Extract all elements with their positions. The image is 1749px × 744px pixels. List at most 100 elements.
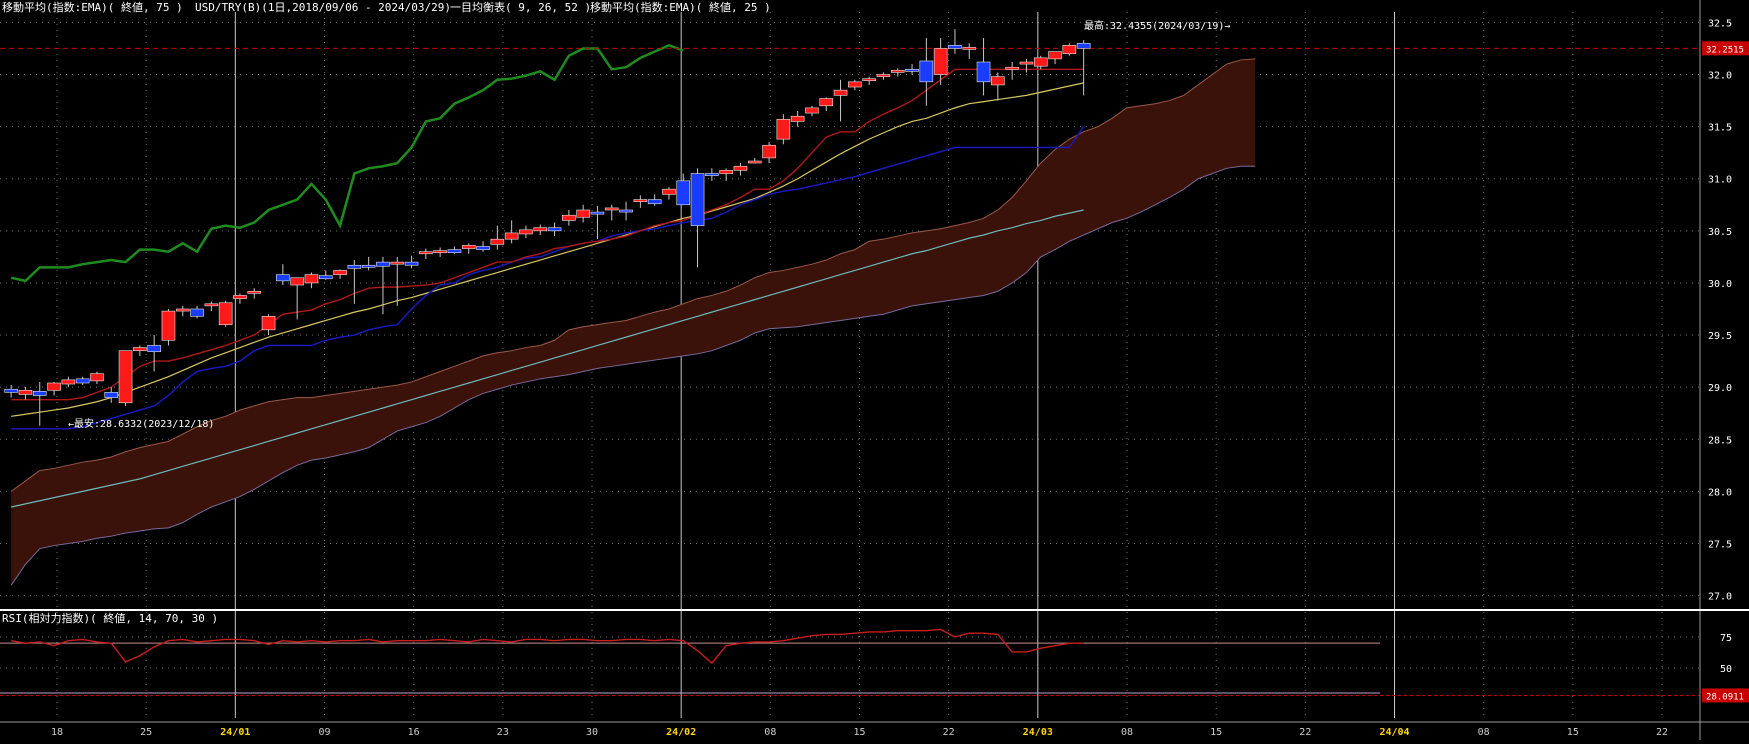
candle-body	[61, 379, 76, 385]
candle-body	[1062, 45, 1077, 54]
candle-body	[390, 261, 405, 265]
y-tick-label: 28.5	[1708, 435, 1732, 446]
y-tick-label: 29.0	[1708, 383, 1732, 394]
x-tick-label: 15	[1210, 727, 1222, 738]
candle-body	[533, 227, 548, 232]
candle-body	[805, 107, 819, 114]
candle[interactable]	[161, 309, 176, 346]
candle-body	[876, 74, 891, 77]
ichimoku-label: 一目均衡表( 9, 26, 52 )	[450, 0, 591, 14]
candle-body	[175, 308, 190, 312]
current-price-value: 32.2515	[1706, 45, 1744, 55]
x-tick-label: 24/04	[1379, 727, 1409, 738]
chart-window: 75 50 28.0911 32.5 32.0 31.5 31.0 30.5 30.0 29.5…	[0, 0, 1749, 740]
candle-body	[75, 378, 90, 384]
chart-canvas[interactable]: 75 50 28.0911 32.5 32.0 31.5 31.0 30.5 30.0 29.5…	[0, 0, 1749, 740]
candle-body	[118, 350, 133, 404]
chart-background	[0, 0, 1749, 740]
candle-body	[905, 69, 919, 72]
x-tick-label: 24/03	[1023, 727, 1053, 738]
x-tick-label: 24/02	[666, 727, 696, 738]
rsi-title: RSI(相対力指数)( 終値, 14, 70, 30 )	[2, 611, 218, 625]
candle-body	[476, 246, 490, 250]
candle-body	[690, 173, 705, 226]
candle-body	[490, 238, 505, 245]
high-annotation: 最高:32.4355(2024/03/19)→	[1084, 19, 1230, 32]
y-tick-label: 30.5	[1708, 227, 1732, 238]
candle-body	[1019, 61, 1034, 65]
x-tick-label: 16	[408, 727, 420, 738]
candle[interactable]	[118, 350, 133, 406]
y-tick-label: 27.0	[1708, 592, 1732, 603]
x-tick-label: 30	[586, 727, 598, 738]
rsi-tick-label: 50	[1720, 664, 1732, 675]
candle-body	[204, 303, 219, 307]
x-tick-label: 22	[1656, 727, 1668, 738]
candle-body	[976, 61, 991, 83]
y-tick-label: 31.0	[1708, 175, 1732, 186]
low-annotation: ←最安:28.6332(2023/12/18)	[68, 417, 214, 430]
candle-body	[333, 270, 347, 275]
y-tick-label: 27.5	[1708, 539, 1732, 550]
candle-body	[762, 145, 776, 159]
candle-body	[933, 48, 948, 75]
ema75-label: 移動平均(指数:EMA)( 終値, 75 )	[2, 0, 183, 14]
candle-body	[1048, 51, 1062, 60]
candle-body	[347, 264, 362, 269]
candle-body	[576, 209, 590, 218]
y-tick-label: 32.5	[1708, 18, 1732, 29]
candle-body	[218, 302, 233, 325]
candle-body	[304, 274, 319, 284]
candle-body	[619, 209, 633, 213]
candle-body	[1076, 42, 1091, 49]
y-tick-label: 32.0	[1708, 71, 1732, 82]
x-tick-label: 25	[140, 727, 152, 738]
x-tick-label: 08	[1478, 727, 1490, 738]
x-tick-label: 08	[1121, 727, 1133, 738]
candle-body	[1033, 57, 1048, 67]
candle-body	[376, 261, 390, 267]
candle-body	[1005, 66, 1019, 70]
candle-body	[962, 47, 977, 50]
y-tick-label: 31.5	[1708, 123, 1732, 134]
x-tick-label: 22	[943, 727, 955, 738]
candle[interactable]	[218, 300, 233, 327]
candle-body	[247, 290, 262, 294]
candle-body	[991, 76, 1005, 86]
candle-body	[190, 308, 204, 317]
y-tick-label: 28.0	[1708, 487, 1732, 498]
candle-body	[848, 81, 862, 88]
x-tick-label: 08	[764, 727, 776, 738]
y-tick-label: 30.0	[1708, 279, 1732, 290]
candle-body	[290, 277, 304, 286]
candle-body	[647, 199, 662, 205]
x-tick-label: 23	[497, 727, 509, 738]
candle-body	[276, 274, 290, 282]
candle-body	[919, 60, 934, 83]
candle-body	[4, 388, 18, 393]
candle-body	[833, 89, 848, 96]
x-tick-label: 18	[51, 727, 63, 738]
candle-body	[519, 229, 533, 235]
x-tick-label: 15	[1567, 727, 1579, 738]
candle-body	[433, 250, 447, 254]
candle-body	[590, 211, 605, 215]
candle-body	[361, 264, 376, 268]
candle-body	[461, 245, 476, 249]
candle-body	[47, 382, 61, 391]
candle-body	[104, 392, 119, 398]
rsi-current-value: 28.0911	[1706, 692, 1744, 702]
candle-body	[32, 391, 47, 396]
ema25-label: 移動平均(指数:EMA)( 終値, 25 )	[590, 0, 771, 14]
x-tick-label: 22	[1299, 727, 1311, 738]
candle-body	[18, 389, 33, 395]
candle-body	[719, 170, 733, 174]
candle-body	[776, 119, 791, 140]
candle-body	[662, 188, 676, 195]
candle-body	[161, 310, 176, 341]
candle-body	[890, 70, 905, 73]
candle[interactable]	[1062, 43, 1077, 56]
candle-body	[676, 180, 691, 206]
candle-body	[318, 275, 333, 280]
rsi-tick-label: 75	[1720, 633, 1732, 644]
